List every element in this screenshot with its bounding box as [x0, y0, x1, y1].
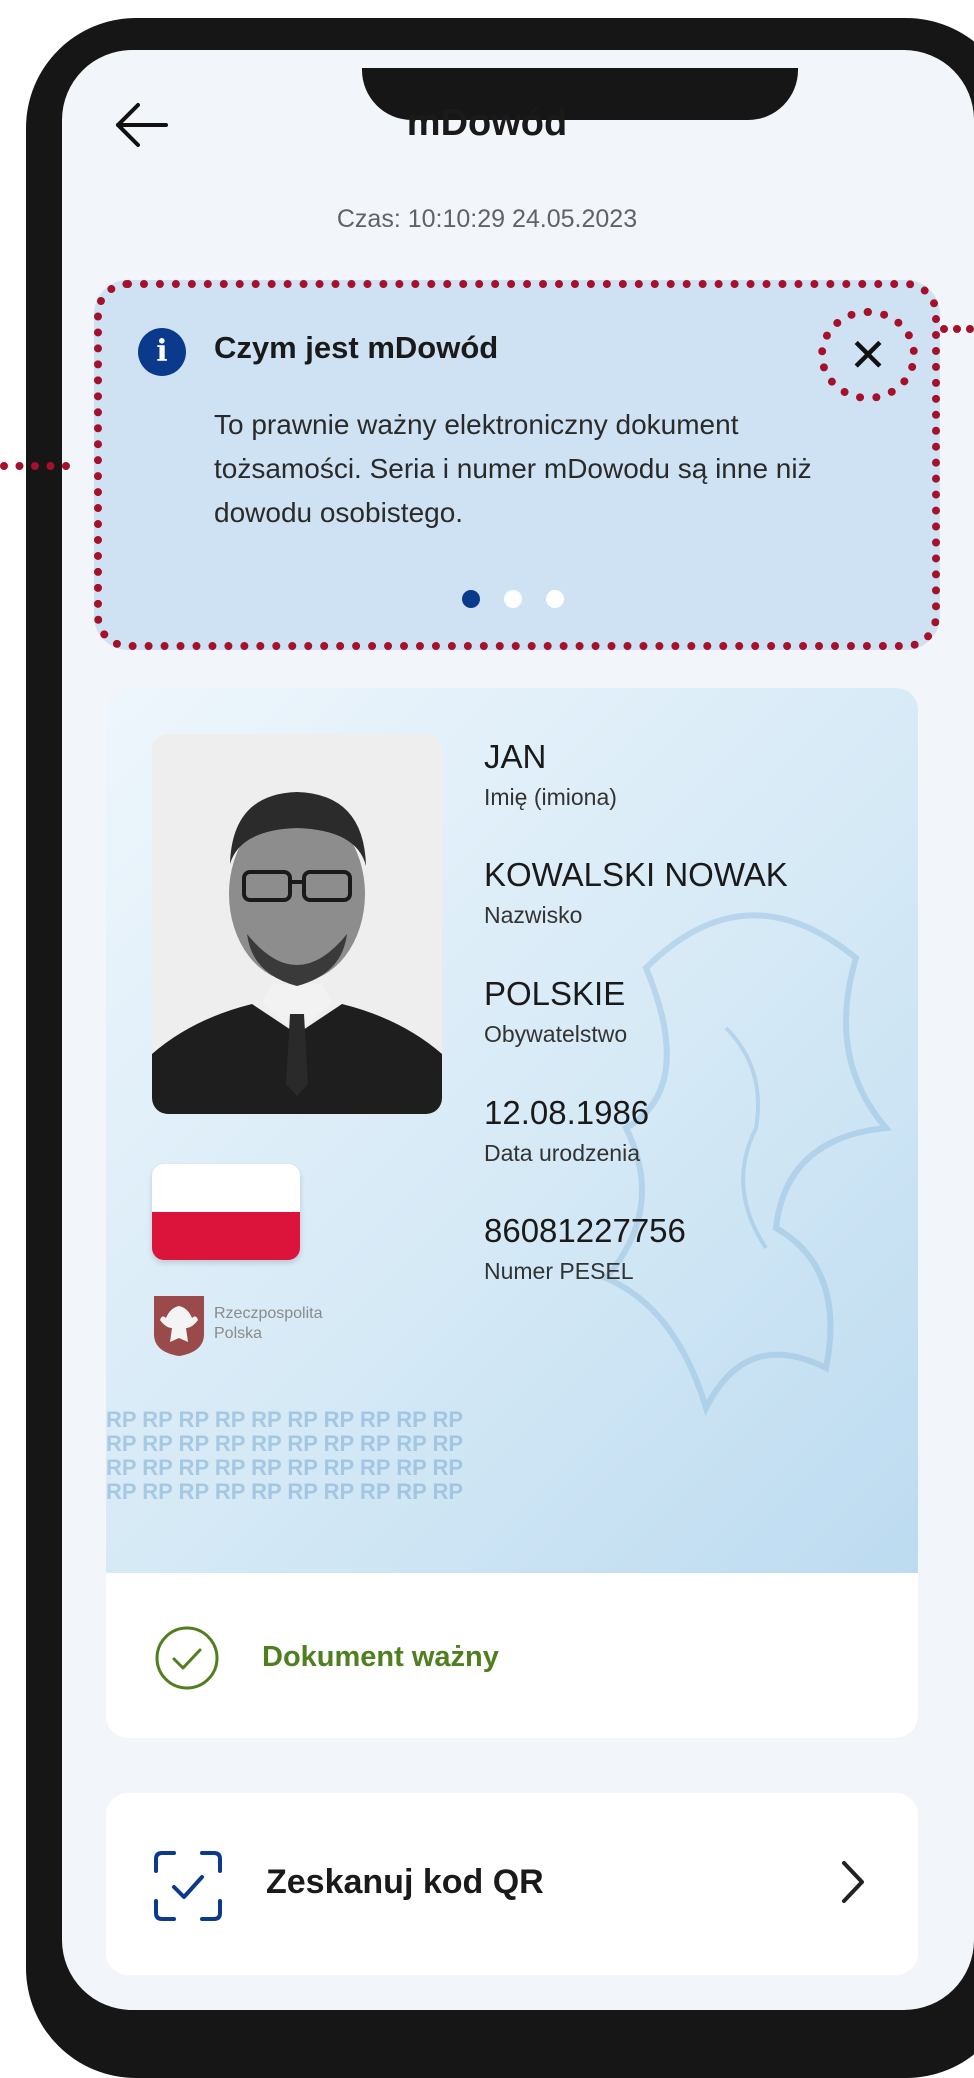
id-card: RP RP RP RP RP RP RP RP RP RP RP RP RP R… [106, 688, 918, 1738]
emblem-icon [154, 1296, 204, 1356]
carousel-dot-3[interactable] [546, 590, 564, 608]
field-label: Obywatelstwo [484, 1021, 628, 1047]
field-citizenship: POLSKIE Obywatelstwo [484, 975, 627, 1048]
field-surname: KOWALSKI NOWAK Nazwisko [484, 856, 788, 929]
field-label: Data urodzenia [484, 1140, 640, 1166]
scan-qr-label: Zeskanuj kod QR [266, 1863, 544, 1901]
callout-line-right [940, 325, 974, 333]
field-value: JAN [484, 738, 547, 775]
polish-flag-icon [152, 1164, 300, 1260]
field-first-name: JAN Imię (imiona) [484, 738, 617, 811]
carousel-dot-1[interactable] [462, 590, 480, 608]
field-label: Nazwisko [484, 902, 583, 928]
id-photo [152, 734, 442, 1114]
emblem-text: Rzeczpospolita Polska [214, 1305, 323, 1342]
field-value: POLSKIE [484, 975, 626, 1012]
field-pesel: 86081227756 Numer PESEL [484, 1212, 686, 1285]
status-text: Dokument ważny [262, 1641, 499, 1673]
field-value: 86081227756 [484, 1212, 686, 1249]
chevron-right-icon [842, 1861, 864, 1903]
info-banner: i Czym jest mDowód ✕ To prawnie ważny el… [94, 280, 940, 650]
check-circle-icon [155, 1626, 219, 1690]
scan-qr-button[interactable]: Zeskanuj kod QR [106, 1793, 918, 1975]
carousel-dots [462, 590, 564, 608]
field-value: 12.08.1986 [484, 1094, 650, 1131]
rp-watermark: RP RP RP RP RP RP RP RP RP RP RP RP RP R… [106, 1407, 464, 1504]
callout-line-left [0, 462, 70, 470]
close-icon[interactable]: ✕ [818, 308, 918, 402]
info-title: Czym jest mDowód [214, 330, 499, 365]
field-value: KOWALSKI NOWAK [484, 856, 788, 893]
qr-scan-icon [154, 1851, 222, 1921]
timestamp: Czas: 10:10:29 24.05.2023 [336, 205, 638, 233]
page-title: mDowód [406, 102, 568, 144]
person-photo-icon [152, 734, 442, 1114]
carousel-dot-2[interactable] [504, 590, 522, 608]
info-icon: i [138, 328, 186, 376]
status-section: Dokument ważny [106, 1573, 918, 1738]
field-label: Numer PESEL [484, 1258, 634, 1284]
field-birth-date: 12.08.1986 Data urodzenia [484, 1094, 649, 1167]
info-text: To prawnie ważny elektroniczny dokument … [214, 409, 812, 528]
field-label: Imię (imiona) [484, 784, 617, 810]
